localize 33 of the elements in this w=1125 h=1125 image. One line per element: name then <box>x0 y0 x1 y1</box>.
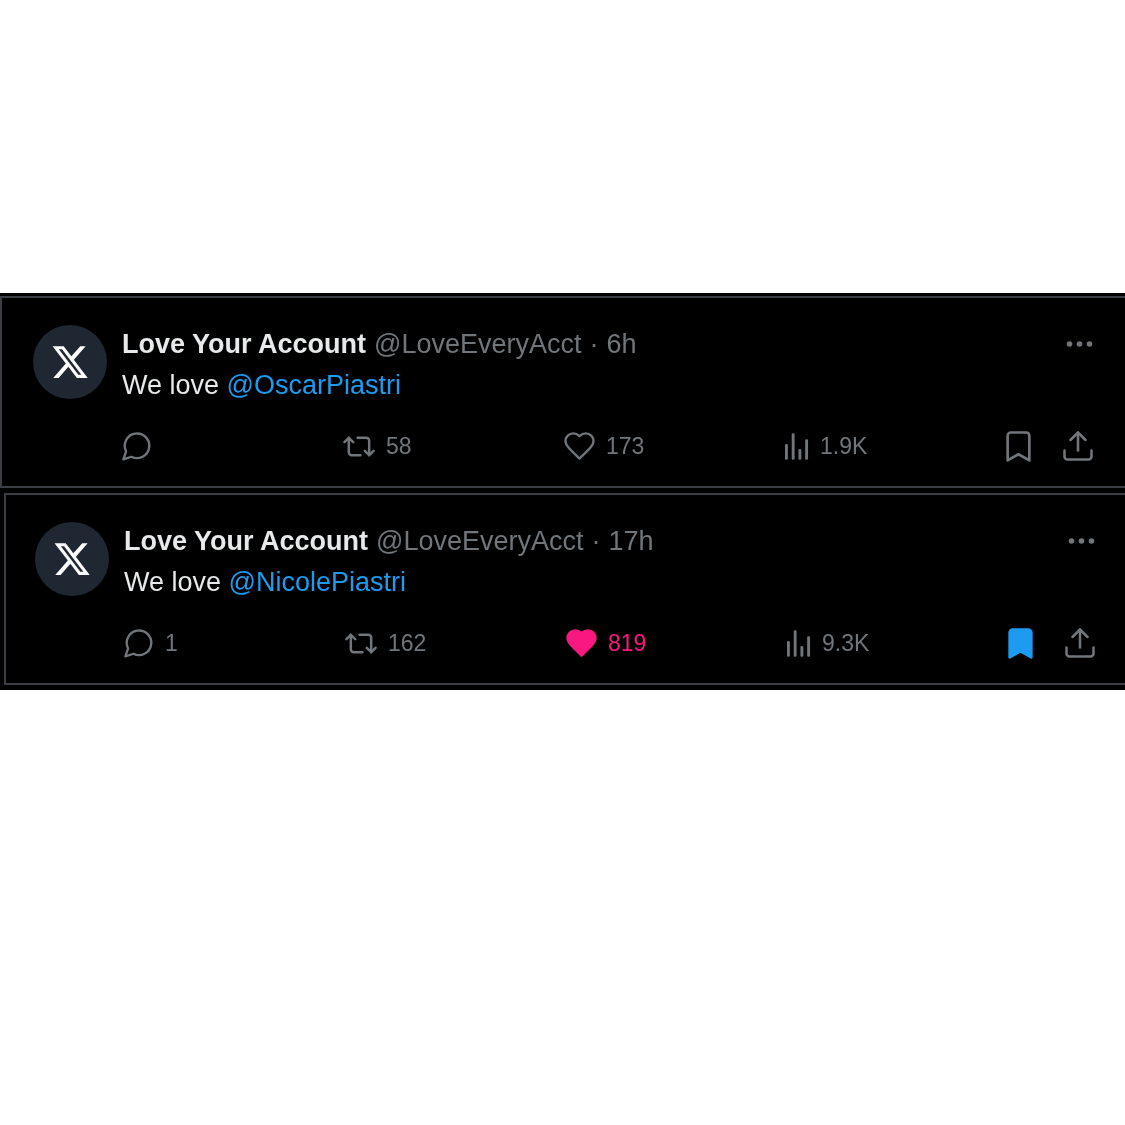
repost-button[interactable]: 58 <box>343 434 412 458</box>
like-button[interactable]: 173 <box>564 432 645 460</box>
bookmark-icon[interactable] <box>1006 430 1031 462</box>
share-icon[interactable] <box>1063 431 1093 461</box>
user-handle[interactable]: @LoveEveryAcct <box>374 330 582 358</box>
mention-link[interactable]: @OscarPiastri <box>226 370 401 400</box>
dot-separator: · <box>591 527 601 555</box>
x-avatar-icon[interactable] <box>33 325 107 399</box>
mention-link[interactable]: @NicolePiastri <box>228 567 406 597</box>
repost-button[interactable]: 162 <box>345 631 427 655</box>
tweet-text: We love @OscarPiastri <box>122 369 401 402</box>
bar-chart-icon <box>787 629 811 657</box>
timestamp[interactable]: 17h <box>608 527 654 555</box>
user-handle[interactable]: @LoveEveryAcct <box>376 527 584 555</box>
views-button[interactable]: 9.3K <box>787 629 870 657</box>
like-button[interactable]: 819 <box>566 629 647 657</box>
views-button[interactable]: 1.9K <box>785 432 868 460</box>
dot-separator: · <box>589 330 599 358</box>
share-icon[interactable] <box>1065 628 1095 658</box>
repeat-arrows-icon <box>343 435 375 457</box>
bar-chart-icon <box>785 432 809 460</box>
author-name[interactable]: Love Your Account <box>122 330 367 358</box>
x-avatar-icon[interactable] <box>35 522 109 596</box>
ellipsis-icon[interactable] <box>1068 538 1095 544</box>
speech-bubble-icon[interactable] <box>122 431 152 461</box>
timestamp[interactable]: 6h <box>606 330 637 358</box>
repeat-arrows-icon <box>345 632 377 654</box>
speech-bubble-icon <box>124 628 154 658</box>
reply-button[interactable]: 1 <box>124 628 178 658</box>
tweet-text: We love @NicolePiastri <box>124 566 406 599</box>
bookmark-icon[interactable] <box>1008 627 1033 659</box>
author-name[interactable]: Love Your Account <box>124 527 369 555</box>
ellipsis-icon[interactable] <box>1066 341 1093 347</box>
